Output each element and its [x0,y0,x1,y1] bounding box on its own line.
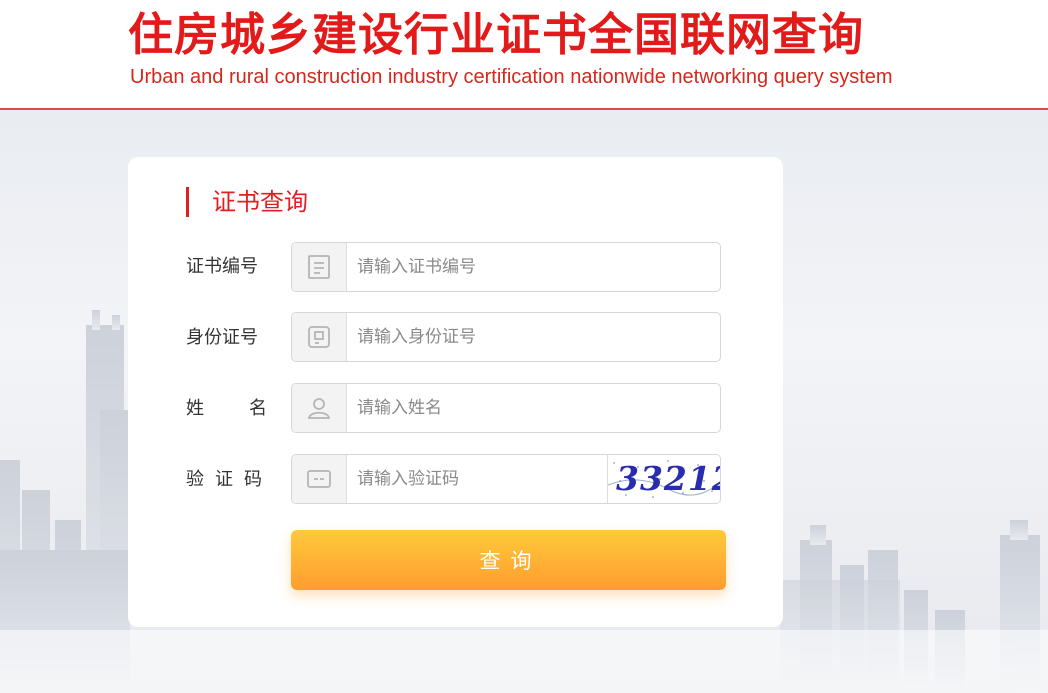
certificate-number-field [291,242,721,292]
captcha-icon [292,455,347,503]
site-header: 住房城乡建设行业证书全国联网查询 Urban and rural constru… [0,0,1048,110]
id-number-label: 身份证号 [186,327,258,348]
site-subtitle: Urban and rural construction industry ce… [130,66,893,88]
site-title: 住房城乡建设行业证书全国联网查询 [128,8,865,61]
user-icon [292,384,347,432]
captcha-code: 33212 [616,459,720,498]
name-field [291,383,721,433]
query-card: 证书查询 证书编号 身份证号 姓名 验证码 [128,157,783,627]
card-title: 证书查询 [186,187,308,217]
captcha-label: 验证码 [186,469,273,490]
query-button[interactable]: 查询 [291,530,726,590]
id-card-icon [292,313,347,361]
id-number-field [291,312,721,362]
certificate-number-input[interactable] [347,243,707,291]
id-number-input[interactable] [347,313,707,361]
certificate-icon [292,243,347,291]
captcha-field: 33212 [291,454,721,504]
name-input[interactable] [347,384,707,432]
captcha-input[interactable] [347,455,607,503]
name-label: 姓名 [186,398,312,419]
captcha-image[interactable]: 33212 [607,455,720,503]
certificate-number-label: 证书编号 [186,256,258,277]
